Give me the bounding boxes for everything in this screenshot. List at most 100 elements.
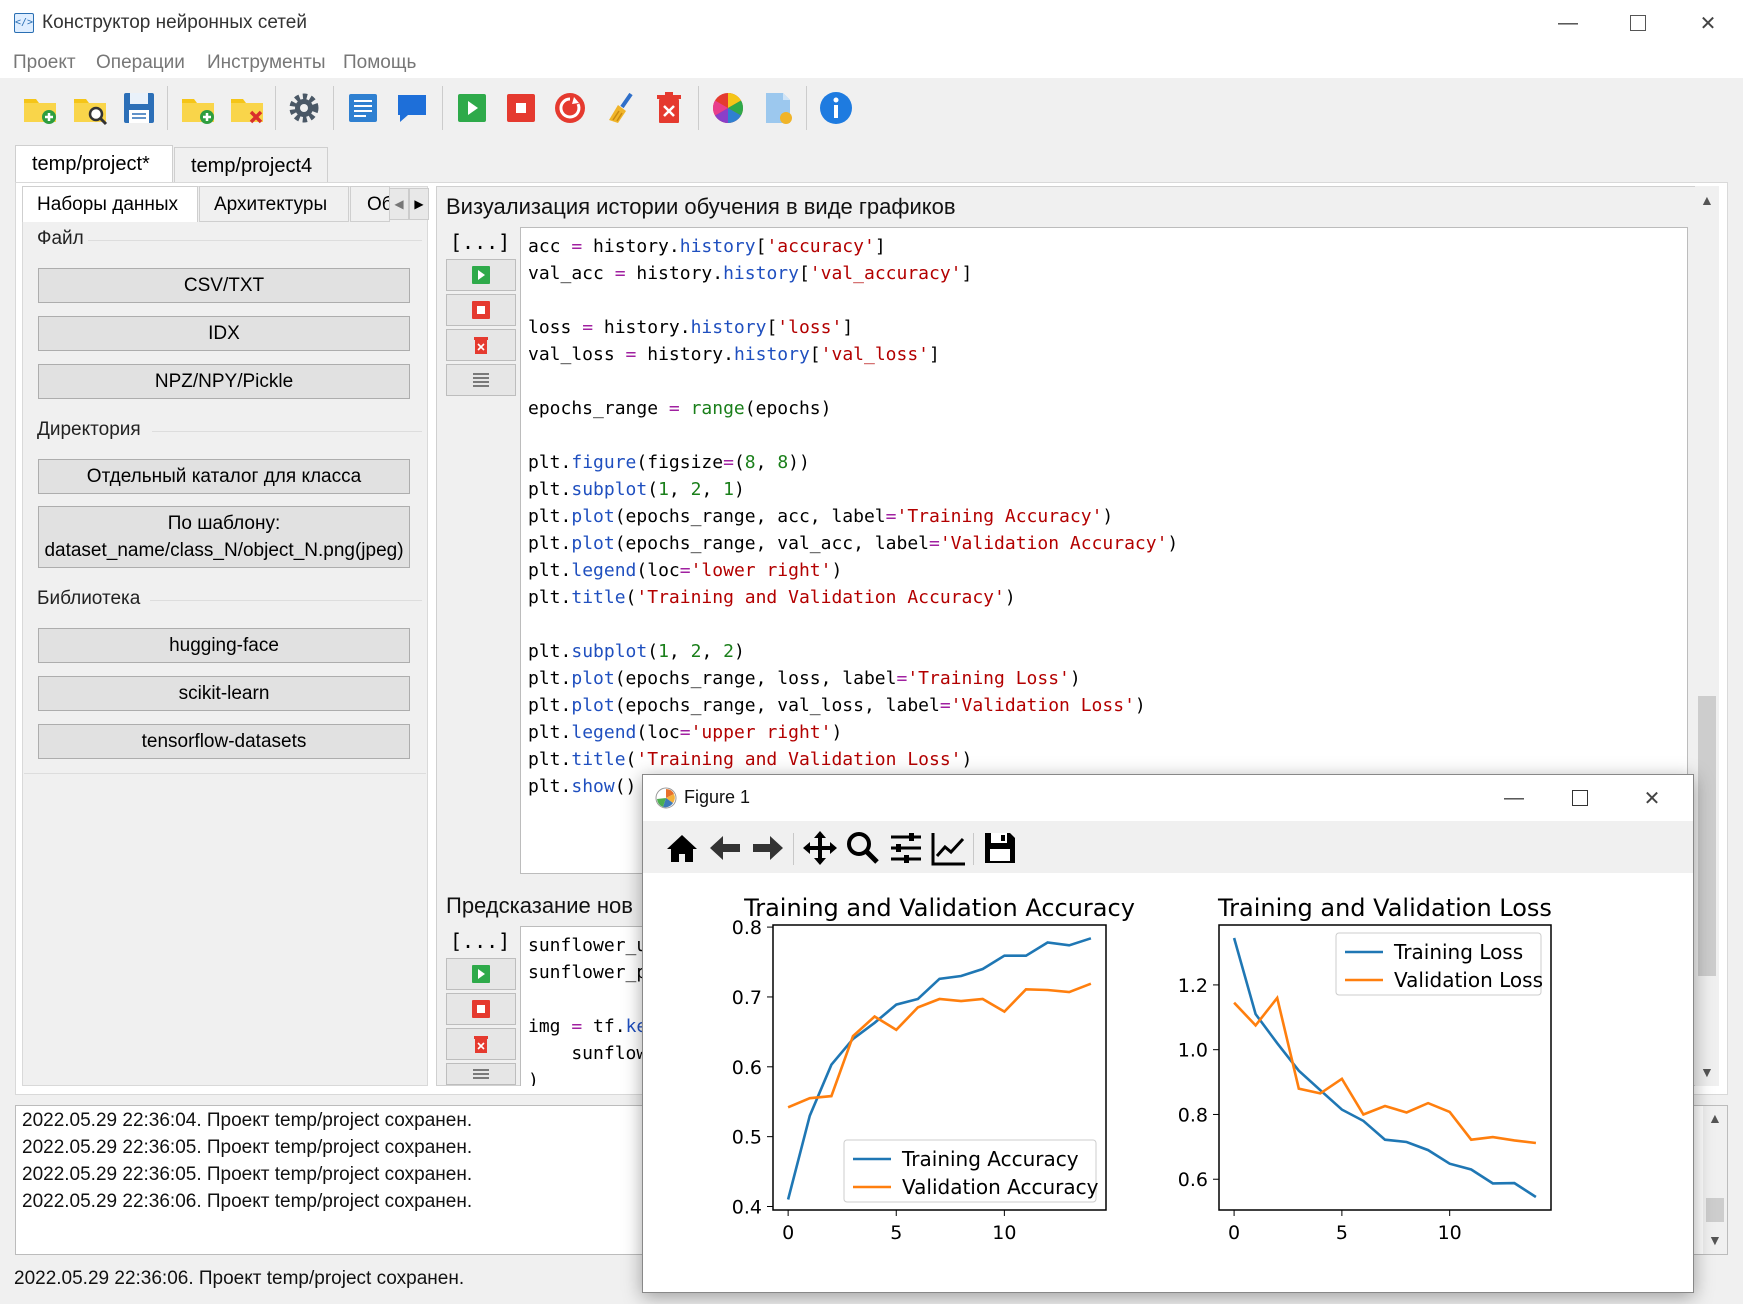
restart-icon[interactable]	[552, 90, 588, 126]
tab-architectures[interactable]: Архитектуры	[199, 186, 349, 222]
x-tick-label: 5	[890, 1222, 902, 1244]
template-directory-button[interactable]: По шаблону: dataset_name/class_N/object_…	[38, 506, 410, 568]
notebook-scrollbar[interactable]: ▲ ▼	[1695, 186, 1719, 1086]
window-title: Конструктор нейронных сетей	[42, 12, 307, 33]
log-scrollbar[interactable]: ▲ ▼	[1703, 1106, 1727, 1254]
tensorflow-datasets-button[interactable]: tensorflow-datasets	[38, 724, 410, 759]
divider	[24, 773, 426, 774]
class-directory-button[interactable]: Отдельный каталог для класса	[38, 459, 410, 494]
divider	[793, 833, 794, 865]
idx-button[interactable]: IDX	[38, 316, 410, 351]
save-icon[interactable]	[121, 90, 157, 126]
color-wheel-icon[interactable]	[710, 90, 746, 126]
remove-folder-icon[interactable]	[229, 90, 265, 126]
x-tick-label: 10	[1438, 1222, 1462, 1244]
delete-icon	[474, 337, 488, 354]
subplots-config-icon[interactable]	[887, 829, 925, 867]
stop-icon	[472, 1000, 490, 1018]
x-tick-label: 0	[782, 1222, 794, 1244]
cell-run-button[interactable]	[446, 259, 516, 291]
cell-stop-button[interactable]	[446, 294, 516, 326]
info-icon[interactable]	[818, 90, 854, 126]
chart-title: Training and Validation Accuracy	[743, 894, 1135, 922]
y-tick-label: 0.7	[732, 987, 762, 1009]
hugging-face-button[interactable]: hugging-face	[38, 628, 410, 663]
x-tick-label: 0	[1228, 1222, 1240, 1244]
cell-run-button[interactable]	[446, 958, 516, 990]
cell-delete-button[interactable]	[446, 329, 516, 361]
open-project-icon[interactable]	[72, 90, 108, 126]
comment-icon[interactable]	[394, 90, 430, 126]
document-settings-icon[interactable]	[760, 90, 796, 126]
code-line: plt.title('Training and Validation Loss'…	[528, 749, 973, 770]
code-line: sunflower_p	[528, 962, 648, 983]
chevron-right-icon: ▶	[414, 197, 424, 211]
cell-expand-toggle[interactable]: [...]	[450, 929, 510, 953]
scrollbar-thumb[interactable]	[1706, 1198, 1724, 1222]
tab-scroll-right-button[interactable]: ▶	[409, 188, 429, 220]
tab-truncated[interactable]: Об	[350, 186, 390, 222]
add-folder-icon[interactable]	[180, 90, 216, 126]
minimize-button[interactable]: —	[1533, 0, 1603, 46]
tab-datasets[interactable]: Наборы данных	[22, 186, 198, 222]
clear-broom-icon[interactable]	[603, 90, 639, 126]
scikit-learn-button[interactable]: scikit-learn	[38, 676, 410, 711]
figure-close-button[interactable]: ✕	[1619, 775, 1685, 821]
title-bar: </> Конструктор нейронных сетей — ✕	[0, 0, 1743, 46]
npz-npy-pickle-button[interactable]: NPZ/NPY/Pickle	[38, 364, 410, 399]
code-line: )	[528, 1070, 539, 1086]
close-button[interactable]: ✕	[1673, 0, 1743, 46]
group-file-title: Файл	[37, 228, 84, 249]
figure-maximize-button[interactable]	[1547, 775, 1613, 821]
tab-project4[interactable]: temp/project4	[174, 147, 328, 185]
run-icon[interactable]	[454, 90, 490, 126]
save-figure-icon[interactable]	[981, 829, 1019, 867]
cell-expand-toggle[interactable]: [...]	[450, 230, 510, 254]
legend-label: Validation Loss	[1394, 968, 1543, 992]
minimize-icon: —	[1558, 11, 1578, 34]
code-line: val_acc = history.history['val_accuracy'…	[528, 263, 973, 284]
code-line: plt.title('Training and Validation Accur…	[528, 587, 1016, 608]
x-tick-label: 10	[992, 1222, 1016, 1244]
cell-menu-button[interactable]	[446, 364, 516, 396]
menu-operations[interactable]: Операции	[96, 52, 185, 74]
figure-canvas: Training and Validation Accuracy 0 5 10 0.4 0…	[732, 894, 1552, 1244]
new-project-icon[interactable]	[22, 90, 58, 126]
gear-icon[interactable]	[286, 90, 322, 126]
y-tick-label: 0.5	[732, 1127, 762, 1149]
scroll-down-icon: ▼	[1708, 1232, 1722, 1248]
code-line: plt.plot(epochs_range, loss, label='Trai…	[528, 668, 1081, 689]
text-cell-icon[interactable]	[345, 90, 381, 126]
x-tick-label: 5	[1336, 1222, 1348, 1244]
menu-tools[interactable]: Инструменты	[207, 52, 325, 74]
csv-txt-button[interactable]: CSV/TXT	[38, 268, 410, 303]
y-tick-label: 0.6	[732, 1057, 762, 1079]
scrollbar-thumb[interactable]	[1698, 696, 1716, 976]
figure-minimize-button[interactable]: —	[1481, 775, 1547, 821]
back-arrow-icon[interactable]	[706, 829, 744, 867]
stop-icon[interactable]	[503, 90, 539, 126]
delete-icon[interactable]	[651, 90, 687, 126]
divider	[152, 431, 422, 432]
cell-stop-button[interactable]	[446, 993, 516, 1025]
scroll-down-icon: ▼	[1700, 1064, 1714, 1080]
zoom-icon[interactable]	[844, 829, 882, 867]
y-tick-label: 0.4	[732, 1197, 762, 1219]
code-line: plt.subplot(1, 2, 1)	[528, 479, 745, 500]
pan-icon[interactable]	[801, 829, 839, 867]
menu-help[interactable]: Помощь	[343, 52, 416, 74]
home-icon[interactable]	[663, 829, 701, 867]
menu-bar: Проект Операции Инструменты Помощь	[0, 46, 1743, 78]
forward-arrow-icon[interactable]	[749, 829, 787, 867]
maximize-button[interactable]	[1603, 0, 1673, 46]
tab-project[interactable]: temp/project*	[15, 145, 173, 183]
cell-menu-button[interactable]	[446, 1063, 516, 1085]
tab-scroll-left-button[interactable]: ◀	[389, 188, 409, 220]
edit-axes-icon[interactable]	[930, 829, 968, 867]
menu-project[interactable]: Проект	[13, 52, 76, 74]
figure-title: Figure 1	[684, 787, 751, 807]
cell-delete-button[interactable]	[446, 1028, 516, 1060]
code-line: plt.legend(loc='lower right')	[528, 560, 843, 581]
status-bar: 2022.05.29 22:36:06. Проект temp/project…	[14, 1268, 465, 1289]
